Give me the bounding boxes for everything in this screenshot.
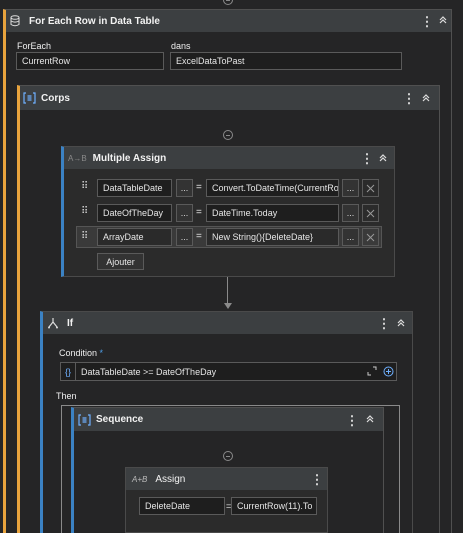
drag-handle-icon[interactable]: ⠿ xyxy=(81,231,88,242)
dans-input-value: ExcelDataToPast xyxy=(176,56,245,66)
assign-target-value: ArrayDate xyxy=(103,232,144,242)
sequence-title: Sequence xyxy=(96,414,144,425)
multiple-assign-header[interactable]: A→B Multiple Assign ⋮ xyxy=(64,147,394,169)
assign-header[interactable]: A+B Assign ⋮ xyxy=(126,468,327,490)
assign-value-input[interactable]: New String(){DeleteDate} xyxy=(206,228,339,246)
if-collapse-icon[interactable] xyxy=(396,318,406,328)
dots-label: ... xyxy=(346,208,355,218)
drag-handle-icon[interactable]: ⠿ xyxy=(81,206,88,217)
close-icon xyxy=(366,209,375,217)
multiple-assign-menu-icon[interactable]: ⋮ xyxy=(361,151,374,167)
target-expression-button[interactable]: ... xyxy=(176,228,193,246)
multiple-assign-icon: A→B xyxy=(68,153,87,163)
foreach-input[interactable]: CurrentRow xyxy=(16,52,164,70)
assign-row: ⠿ DateOfTheDay ... = DateTime.Today ... xyxy=(78,203,382,223)
foreach-collapse-icon[interactable] xyxy=(438,15,448,25)
add-row-button[interactable]: Ajouter xyxy=(97,253,144,270)
sequence-icon xyxy=(23,92,36,104)
assign-target-value: DataTableDate xyxy=(103,183,163,193)
foreach-menu-icon[interactable]: ⋮ xyxy=(421,14,434,30)
equals-sign: = xyxy=(196,231,202,242)
sequence-collapse-icon[interactable] xyxy=(365,414,375,424)
value-expression-button[interactable]: ... xyxy=(342,179,359,197)
sequence-icon xyxy=(78,413,91,426)
foreach-input-value: CurrentRow xyxy=(22,56,71,66)
assign-menu-icon[interactable]: ⋮ xyxy=(311,472,324,488)
dans-label: dans xyxy=(171,41,191,51)
assign-value-value: DateTime.Today xyxy=(212,208,278,218)
assign-value-value: Convert.ToDateTime(CurrentRo xyxy=(212,183,339,193)
equals-sign: = xyxy=(196,182,202,193)
dots-label: ... xyxy=(346,232,355,242)
foreach-title: For Each Row in Data Table xyxy=(29,15,160,27)
if-menu-icon[interactable]: ⋮ xyxy=(378,316,391,332)
expand-editor-icon[interactable] xyxy=(367,366,377,378)
dots-label: ... xyxy=(346,183,355,193)
delete-row-button[interactable] xyxy=(362,179,379,197)
flow-arrow-icon xyxy=(224,303,232,309)
assign-target-input[interactable]: DateOfTheDay xyxy=(97,204,172,222)
if-title: If xyxy=(67,317,74,329)
assign-target-input[interactable]: ArrayDate xyxy=(97,228,172,246)
dots-label: ... xyxy=(180,232,189,242)
value-expression-button[interactable]: ... xyxy=(342,228,359,246)
delete-row-button[interactable] xyxy=(362,204,379,222)
foreach-label: ForEach xyxy=(17,41,52,51)
dans-input[interactable]: ExcelDataToPast xyxy=(170,52,402,70)
then-label: Then xyxy=(56,391,77,401)
assign-value-input[interactable]: CurrentRow(11).To xyxy=(231,497,317,515)
assign-target-value: DeleteDate xyxy=(145,501,191,511)
assign-row-selected: ⠿ ArrayDate ... = New String(){DeleteDat… xyxy=(76,226,382,248)
assign-value-input[interactable]: DateTime.Today xyxy=(206,204,339,222)
corps-title: Corps xyxy=(41,92,70,104)
condition-label-text: Condition xyxy=(59,348,98,358)
foreach-header[interactable]: For Each Row in Data Table ⋮ xyxy=(6,10,451,32)
drag-handle-icon[interactable]: ⠿ xyxy=(81,181,88,192)
condition-value: DataTableDate >= DateOfTheDay xyxy=(81,366,217,377)
assign-target-input[interactable]: DeleteDate xyxy=(139,497,225,515)
corps-header[interactable]: Corps ⋮ xyxy=(20,86,439,110)
value-expression-button[interactable]: ... xyxy=(342,204,359,222)
assign-value-value: CurrentRow(11).To xyxy=(237,501,313,511)
add-row-label: Ajouter xyxy=(106,256,135,267)
assign-icon: A+B xyxy=(132,474,148,484)
corps-menu-icon[interactable]: ⋮ xyxy=(403,91,416,107)
required-mark: * xyxy=(99,348,104,358)
assign-value-input[interactable]: Convert.ToDateTime(CurrentRo xyxy=(206,179,339,197)
assign-value-value: New String(){DeleteDate} xyxy=(212,232,314,242)
expression-braces-icon: {} xyxy=(61,363,76,380)
assign-target-input[interactable]: DataTableDate xyxy=(97,179,172,197)
flow-connector xyxy=(227,277,228,305)
corps-collapse-icon[interactable] xyxy=(421,93,431,103)
close-icon xyxy=(366,233,375,241)
insert-activity-top[interactable] xyxy=(223,0,233,5)
assign-target-value: DateOfTheDay xyxy=(103,208,164,218)
condition-input[interactable]: {} DataTableDate >= DateOfTheDay xyxy=(60,362,397,381)
sequence-header[interactable]: Sequence ⋮ xyxy=(74,408,383,431)
insert-activity-sequence[interactable] xyxy=(223,451,233,461)
sequence-menu-icon[interactable]: ⋮ xyxy=(346,413,359,429)
assign-row: ⠿ DataTableDate ... = Convert.ToDateTime… xyxy=(78,178,382,198)
close-icon xyxy=(366,184,375,192)
dots-label: ... xyxy=(180,208,189,218)
insert-activity-corps[interactable] xyxy=(223,130,233,140)
add-expression-icon[interactable] xyxy=(383,366,394,379)
multiple-assign-title: Multiple Assign xyxy=(92,152,167,164)
branch-icon xyxy=(47,317,59,329)
assign-title: Assign xyxy=(155,473,186,485)
condition-label: Condition * xyxy=(59,348,103,358)
target-expression-button[interactable]: ... xyxy=(176,179,193,197)
if-header[interactable]: If ⋮ xyxy=(43,312,412,334)
equals-sign: = xyxy=(196,207,202,218)
dots-label: ... xyxy=(180,183,189,193)
multiple-assign-collapse-icon[interactable] xyxy=(378,153,388,163)
delete-row-button[interactable] xyxy=(362,228,379,246)
target-expression-button[interactable]: ... xyxy=(176,204,193,222)
table-icon xyxy=(10,15,20,27)
